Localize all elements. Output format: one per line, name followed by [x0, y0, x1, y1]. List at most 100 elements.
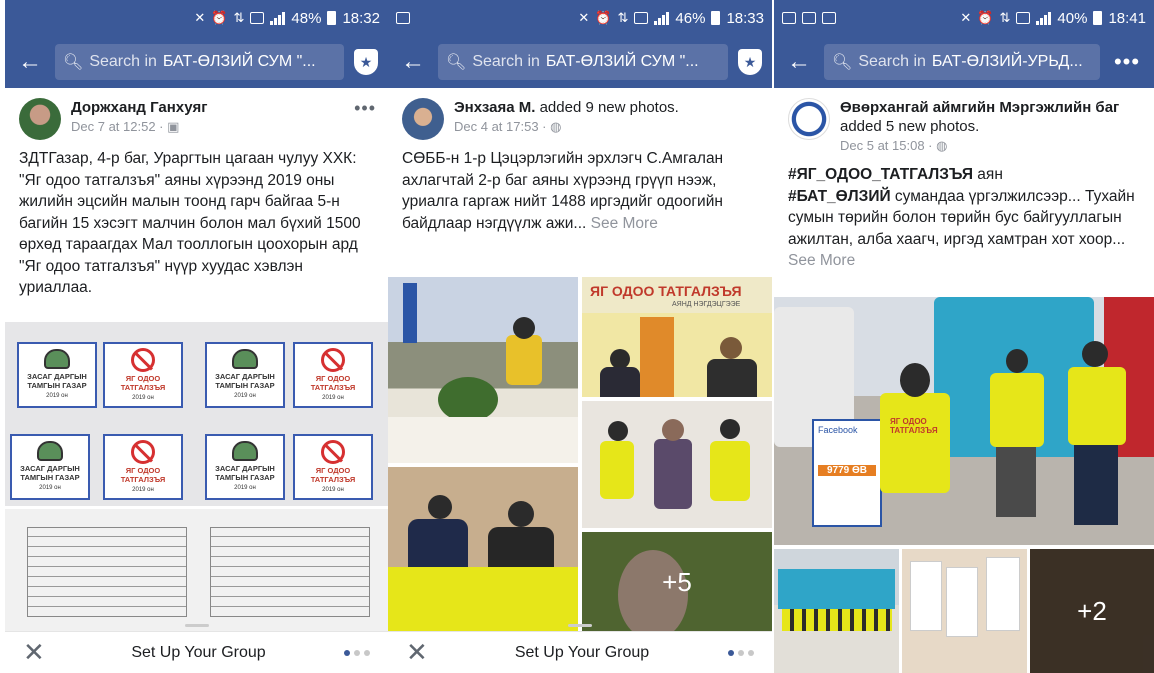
person [408, 519, 468, 569]
sim-icon [634, 12, 649, 24]
screen-2: ✕ ⏰ ⇅ 46% 18:33 ← 🔍︎ Search in БАТ-ӨЛЗИЙ… [388, 0, 772, 673]
drag-handle[interactable] [184, 624, 209, 627]
hashtag-link[interactable]: #БАТ_ӨЛЗИЙ [788, 188, 891, 205]
see-more-link[interactable]: See More [788, 252, 855, 269]
more-options-icon[interactable]: ••• [1110, 49, 1144, 75]
more-options-icon[interactable]: ••• [354, 98, 376, 140]
person [707, 359, 757, 397]
drag-handle[interactable] [568, 624, 592, 627]
card-line2: ТАМГЫН ГАЗАР [215, 473, 275, 482]
battery-icon [711, 11, 721, 25]
leaflet [910, 561, 942, 631]
bottom-bar: ✕ Set Up Your Group [388, 624, 772, 673]
facebook-notification-icon [782, 12, 796, 24]
person [506, 335, 542, 385]
post-timestamp[interactable]: Dec 4 at 17:53 · ◍ [454, 119, 760, 135]
see-more-link[interactable]: See More [586, 215, 658, 232]
photo-vests-table[interactable] [388, 467, 578, 633]
back-arrow-icon[interactable]: ← [398, 48, 428, 76]
avatar[interactable] [788, 98, 830, 140]
photo-handshake[interactable] [582, 401, 772, 528]
signal-icon [1036, 11, 1052, 25]
screen-1: ✕ ⏰ ⇅ 48% 18:32 ← 🔍︎ Search in БАТ-ӨЛЗИЙ… [5, 0, 388, 673]
group-search-input[interactable]: 🔍︎ Search in БАТ-ӨЛЗИЙ СУМ "... [438, 44, 728, 80]
author-name[interactable]: Энхзаяа М. [454, 99, 535, 116]
post-body: аян [973, 166, 1003, 183]
photo-bus-station[interactable]: Facebook 9779 ӨВ ЯГ ОДОО ТАТГАЛЗЪЯ [774, 297, 1154, 545]
person [608, 421, 628, 441]
search-target: БАТ-ӨЛЗИЙ СУМ "... [162, 53, 316, 70]
admin-shield-icon[interactable]: ★ [354, 49, 378, 75]
app-bar: ← 🔍︎ Search in БАТ-ӨЛЗИЙ-УРЬД... ••• [774, 36, 1154, 88]
gallery-notification-icon [396, 12, 410, 24]
back-arrow-icon[interactable]: ← [15, 48, 45, 76]
photo-more[interactable]: +5 [582, 532, 772, 633]
card-year: 2019 он [46, 393, 68, 399]
photo-census-form[interactable] [5, 509, 388, 637]
status-bar: ✕ ⏰ ⇅ 48% 18:32 [5, 0, 388, 36]
app-bar: ← 🔍︎ Search in БАТ-ӨЛЗИЙ СУМ "... ★ [388, 36, 772, 88]
license-plate: 9779 ӨВ [818, 465, 876, 476]
vest [600, 441, 634, 499]
hashtag-link[interactable]: #ЯГ_ОДОО_ТАТГАЛЗЪЯ [788, 166, 973, 183]
vest-pile [388, 567, 578, 633]
photo-leaflets[interactable] [902, 549, 1027, 673]
leaflet [986, 557, 1020, 631]
photo-meeting-room[interactable] [388, 277, 578, 463]
battery-percent: 48% [291, 9, 322, 27]
post-card: Өвөрхангай аймгийн Мэргэжлийн баг added … [774, 88, 1154, 272]
post-body: ЗДТГазар, 4-р баг, Ураргтын цагаан чулуу… [19, 150, 361, 296]
setup-group-title[interactable]: Set Up Your Group [53, 644, 344, 662]
sim-icon [1016, 12, 1031, 24]
mute-icon: ✕ [578, 10, 590, 25]
card-line1: ЯГ ОДОО [315, 465, 351, 475]
person [654, 439, 692, 509]
banner-subtext: АЯНД НЭГДЭЦГЭЭЕ [672, 301, 741, 308]
post-timestamp[interactable]: Dec 5 at 15:08 · ◍ [840, 138, 1142, 154]
person [720, 337, 742, 359]
search-target: БАТ-ӨЛЗИЙ СУМ "... [545, 53, 699, 70]
setup-group-title[interactable]: Set Up Your Group [436, 644, 728, 662]
card-line1: ЗАСАГ ДАРГЫН [215, 464, 275, 473]
page-indicator [344, 649, 370, 656]
card-year: 2019 он [234, 393, 256, 399]
photo-bus-interior[interactable]: +2 [1030, 549, 1154, 673]
author-name[interactable]: Өвөрхангай аймгийн Мэргэжлийн баг [840, 99, 1119, 116]
post-timestamp[interactable]: Dec 7 at 12:52 · ▣ [71, 119, 344, 135]
avatar[interactable] [402, 98, 444, 140]
group-search-input[interactable]: 🔍︎ Search in БАТ-ӨЛЗИЙ СУМ "... [55, 44, 344, 80]
avatar[interactable] [19, 98, 61, 140]
more-photos-count: +5 [582, 532, 772, 633]
card-year: 2019 он [234, 485, 256, 491]
alarm-icon: ⏰ [595, 10, 612, 25]
back-arrow-icon[interactable]: ← [784, 48, 814, 76]
card-line2: ТАМГЫН ГАЗАР [20, 473, 80, 482]
person [1074, 445, 1118, 525]
table [388, 417, 578, 463]
close-icon[interactable]: ✕ [406, 637, 436, 668]
sim-icon [250, 12, 265, 24]
clock: 18:33 [726, 9, 764, 27]
search-prefix: Search in [858, 53, 926, 70]
admin-shield-icon[interactable]: ★ [738, 49, 762, 75]
photo-label-sheet[interactable]: ЗАСАГ ДАРГЫН ТАМГЫН ГАЗАР 2019 он ЯГ ОДО… [5, 322, 388, 506]
search-icon: 🔍︎ [446, 54, 467, 71]
close-icon[interactable]: ✕ [23, 637, 53, 668]
card-line2: ТАТГАЛЗЪЯ [120, 382, 166, 392]
battery-icon [1093, 11, 1103, 25]
data-icon: ⇅ [233, 10, 245, 25]
person [900, 363, 930, 397]
signal-icon [270, 11, 286, 25]
photo-banner-office[interactable]: ЯГ ОДОО ТАТГАЛЗЪЯ АЯНД НЭГДЭЦГЭЭЕ [582, 277, 772, 397]
page-indicator [728, 649, 754, 656]
card-year: 2019 он [322, 394, 344, 401]
post-card: Доржханд Ганхуяг Dec 7 at 12:52 · ▣ ••• … [5, 88, 388, 299]
label-card: ЯГ ОДОО ТАТГАЛЗЪЯ 2019 он [293, 342, 373, 408]
data-icon: ⇅ [999, 10, 1011, 25]
author-name[interactable]: Доржханд Ганхуяг [71, 99, 207, 116]
group-search-input[interactable]: 🔍︎ Search in БАТ-ӨЛЗИЙ-УРЬД... [824, 44, 1100, 80]
person [720, 419, 740, 439]
vest [1068, 367, 1126, 445]
photo-group-buses[interactable] [774, 549, 899, 673]
gallery-notification-icon [822, 12, 836, 24]
